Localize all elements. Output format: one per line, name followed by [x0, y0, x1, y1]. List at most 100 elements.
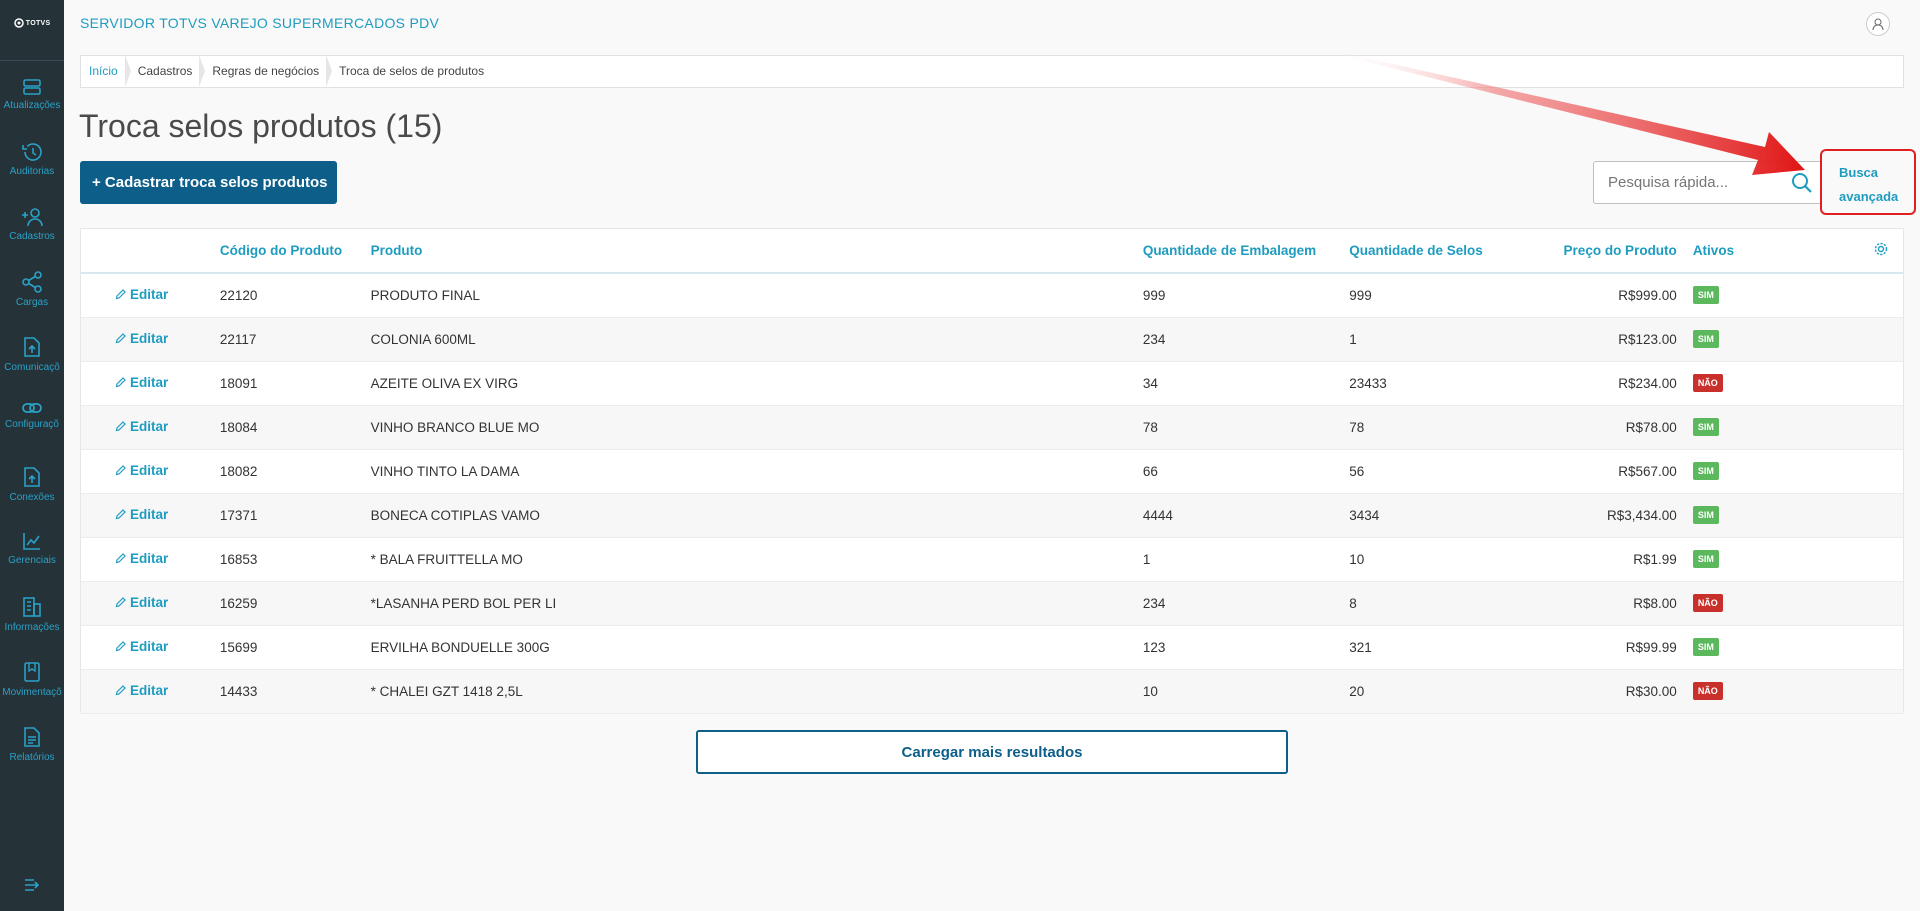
status-badge: NÃO — [1692, 682, 1723, 700]
cell-seal-qty: 8 — [1349, 595, 1357, 611]
cell-actions: Editar — [81, 669, 212, 713]
document-icon — [24, 727, 40, 747]
breadcrumb-item-cadastros[interactable]: Cadastros — [130, 55, 206, 88]
edit-label: Editar — [130, 287, 169, 303]
edit-button[interactable]: Editar — [89, 595, 168, 610]
cell-price: R$78.00 — [1625, 419, 1677, 435]
cell-active: SIM — [1685, 317, 1860, 361]
cell-price: R$99.99 — [1625, 639, 1677, 655]
header-active[interactable]: Ativos — [1685, 229, 1860, 273]
sidebar-item-label: Cargas — [15, 297, 49, 308]
cell-active: NÃO — [1685, 581, 1860, 625]
history-icon — [22, 143, 42, 161]
table-row: Editar 15699 ERVILHA BONDUELLE 300G 123 … — [81, 625, 1903, 669]
table-body: Editar 22120 PRODUTO FINAL 999 999 R$999… — [81, 273, 1903, 713]
cell-package-qty: 999 — [1142, 287, 1166, 303]
sidebar-item-atualizacoes[interactable]: Atualizações — [0, 78, 64, 143]
header-product-code[interactable]: Código do Produto — [212, 229, 363, 273]
totvs-logo-icon — [13, 18, 24, 28]
table-row: Editar 18082 VINHO TINTO LA DAMA 66 56 R… — [81, 449, 1903, 493]
header-seal-qty[interactable]: Quantidade de Selos — [1341, 229, 1516, 273]
edit-button[interactable]: Editar — [89, 287, 168, 302]
cell-product: VINHO BRANCO BLUE MO — [370, 419, 540, 435]
cell-active: SIM — [1685, 493, 1860, 537]
edit-button[interactable]: Editar — [89, 331, 168, 346]
sidebar-item-informacoes[interactable]: Informações — [0, 596, 64, 661]
cell-empty — [1859, 449, 1903, 493]
cell-active: SIM — [1685, 449, 1860, 493]
table-row: Editar 22117 COLONIA 600ML 234 1 R$123.0… — [81, 317, 1903, 361]
user-icon — [1872, 18, 1884, 31]
add-product-seal-button[interactable]: + Cadastrar troca selos produtos — [80, 161, 337, 204]
cell-product-code: 17371 — [219, 507, 258, 523]
cell-actions: Editar — [81, 493, 212, 537]
sidebar-item-label: Relatórios — [9, 752, 55, 763]
data-table: Código do Produto Produto Quantidade de … — [80, 228, 1904, 713]
pencil-icon — [115, 421, 126, 432]
edit-button[interactable]: Editar — [89, 639, 168, 654]
cell-price: R$3,434.00 — [1607, 507, 1677, 523]
sidebar-item-conexoes[interactable]: Conexões — [0, 466, 64, 531]
server-icon — [23, 79, 41, 95]
status-badge: SIM — [1692, 330, 1719, 348]
breadcrumb-item-inicio[interactable]: Início — [81, 55, 131, 88]
cell-empty — [1859, 537, 1903, 581]
edit-button[interactable]: Editar — [89, 507, 168, 522]
sidebar-item-cadastros[interactable]: Cadastros — [0, 207, 64, 272]
gear-icon — [1874, 242, 1888, 256]
cell-product: VINHO TINTO LA DAMA — [370, 463, 520, 479]
cell-empty — [1859, 669, 1903, 713]
cell-product: * CHALEI GZT 1418 2,5L — [370, 683, 523, 699]
edit-button[interactable]: Editar — [89, 683, 168, 698]
sidebar-item-label: Movimentaçõ — [2, 687, 62, 698]
sidebar-item-gerenciais[interactable]: Gerenciais — [0, 531, 64, 596]
app-title: SERVIDOR TOTVS VAREJO SUPERMERCADOS PDV — [80, 15, 440, 31]
edit-button[interactable]: Editar — [89, 375, 168, 390]
header-product[interactable]: Produto — [363, 229, 1135, 273]
pencil-icon — [115, 641, 126, 652]
edit-button[interactable]: Editar — [89, 463, 168, 478]
header-package-qty[interactable]: Quantidade de Embalagem — [1135, 229, 1341, 273]
upload-icon — [24, 467, 40, 487]
pencil-icon — [115, 597, 126, 608]
cell-package-qty: 4444 — [1142, 507, 1173, 523]
sidebar-item-comunicacoes[interactable]: Comunicaçõ — [0, 336, 64, 401]
cell-price: R$123.00 — [1618, 331, 1677, 347]
logo-text: TOTVS — [25, 19, 51, 27]
sidebar-item-relatorios[interactable]: Relatórios — [0, 726, 64, 791]
sidebar-item-cargas[interactable]: Cargas — [0, 271, 64, 336]
table-row: Editar 18091 AZEITE OLIVA EX VIRG 34 234… — [81, 361, 1903, 405]
sidebar-item-configuracoes[interactable]: Configuraçõ — [0, 401, 64, 466]
building-icon — [23, 597, 41, 617]
cell-package-qty: 1 — [1142, 551, 1151, 567]
edit-label: Editar — [130, 683, 169, 698]
cell-empty — [1859, 361, 1903, 405]
avatar[interactable] — [1866, 12, 1890, 36]
edit-label: Editar — [130, 639, 169, 654]
table-row: Editar 14433 * CHALEI GZT 1418 2,5L 10 2… — [81, 669, 1903, 713]
load-more-button[interactable]: Carregar mais resultados — [696, 730, 1288, 774]
cell-product-code: 18082 — [219, 463, 258, 479]
header-price[interactable]: Preço do Produto — [1516, 229, 1685, 273]
sidebar-item-auditorias[interactable]: Auditorias — [0, 142, 64, 207]
edit-label: Editar — [130, 595, 169, 610]
advanced-search-button[interactable]: Busca avançada — [1820, 149, 1916, 215]
cell-price: R$234.00 — [1618, 375, 1677, 391]
pencil-icon — [115, 333, 126, 344]
edit-button[interactable]: Editar — [89, 419, 168, 434]
pencil-icon — [115, 685, 126, 696]
cell-price: R$8.00 — [1633, 595, 1677, 611]
collapse-sidebar-icon[interactable] — [24, 878, 40, 897]
cell-empty — [1859, 405, 1903, 449]
breadcrumb-item-regras[interactable]: Regras de negócios — [204, 55, 332, 88]
sidebar-item-movimentacoes[interactable]: Movimentaçõ — [0, 661, 64, 726]
table-settings[interactable] — [1859, 229, 1903, 273]
sidebar-item-label: Informações — [4, 622, 60, 633]
page-title: Troca selos produtos (15) — [79, 108, 443, 144]
sidebar: TOTVS Atualizações Auditorias Cadastros … — [0, 0, 64, 911]
edit-button[interactable]: Editar — [89, 551, 168, 566]
table-row: Editar 17371 BONECA COTIPLAS VAMO 4444 3… — [81, 493, 1903, 537]
sidebar-item-label: Gerenciais — [8, 555, 56, 566]
bookmark-icon — [24, 662, 40, 682]
cell-active: NÃO — [1685, 669, 1860, 713]
